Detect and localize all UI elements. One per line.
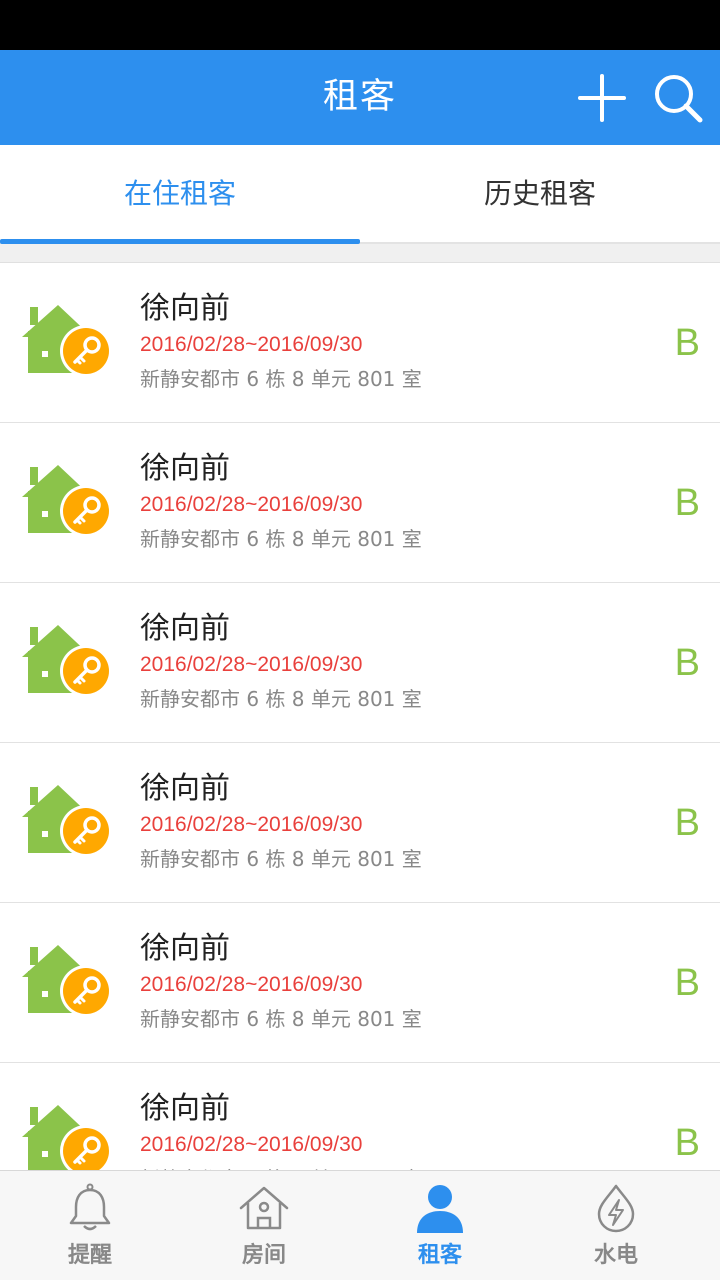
house-key-icon	[22, 465, 112, 537]
tab-history-tenants[interactable]: 历史租客	[360, 145, 720, 242]
lease-dates: 2016/02/28~2016/09/30	[140, 333, 363, 356]
plus-icon[interactable]	[576, 72, 628, 124]
tenant-name: 徐向前	[140, 931, 230, 966]
search-icon[interactable]	[652, 72, 704, 124]
tenant-address: 新静安都市 6 栋 8 单元 801 室	[140, 527, 422, 551]
app-header: 租客	[0, 50, 720, 145]
lease-dates: 2016/02/28~2016/09/30	[140, 813, 363, 836]
tenant-tag: B	[674, 1122, 700, 1164]
house-key-icon	[22, 1105, 112, 1170]
tenant-row[interactable]: 徐向前 2016/02/28~2016/09/30 新静安都市 6 栋 8 单元…	[0, 903, 720, 1063]
tab-bar: 在住租客 历史租客	[0, 145, 720, 244]
tenant-address: 新静安都市 6 栋 8 单元 801 室	[140, 367, 422, 391]
tenant-name: 徐向前	[140, 771, 230, 806]
nav-label: 房间	[241, 1243, 286, 1268]
nav-item-reminder[interactable]: 提醒	[0, 1171, 180, 1280]
tenant-row[interactable]: 徐向前 2016/02/28~2016/09/30 新静安都市 6 栋 8 单元…	[0, 743, 720, 903]
tenant-name: 徐向前	[140, 451, 230, 486]
lease-dates: 2016/02/28~2016/09/30	[140, 1133, 363, 1156]
tenant-tag: B	[674, 802, 700, 844]
nav-label: 提醒	[67, 1243, 112, 1268]
tenant-address: 新静安都市 6 栋 8 单元 801 室	[140, 847, 422, 871]
app-root: 租客 在住租客 历史租客 徐向前 2016/02/28~2016/09/30 新…	[0, 0, 720, 1280]
tenant-list[interactable]: 徐向前 2016/02/28~2016/09/30 新静安都市 6 栋 8 单元…	[0, 262, 720, 1170]
bell-icon	[69, 1183, 111, 1231]
house-key-icon	[22, 625, 112, 697]
tenant-row[interactable]: 徐向前 2016/02/28~2016/09/30 新静安都市 6 栋 8 单元…	[0, 1063, 720, 1170]
nav-item-tenants[interactable]: 租客	[350, 1171, 530, 1280]
status-bar	[0, 0, 720, 50]
nav-item-rooms[interactable]: 房间	[174, 1171, 354, 1280]
person-icon	[417, 1185, 463, 1233]
tenant-tag: B	[674, 322, 700, 364]
house-key-icon	[22, 945, 112, 1017]
bottom-nav: 提醒 房间 租客 水电	[0, 1170, 720, 1280]
active-tab-indicator	[0, 239, 360, 244]
house-key-icon	[22, 305, 112, 377]
tenant-tag: B	[674, 482, 700, 524]
lightning-drop-icon	[597, 1184, 635, 1233]
tenant-name: 徐向前	[140, 1091, 230, 1126]
tenant-tag: B	[674, 962, 700, 1004]
tenant-address: 新静安都市 6 栋 8 单元 801 室	[140, 1007, 422, 1031]
lease-dates: 2016/02/28~2016/09/30	[140, 653, 363, 676]
nav-item-utilities[interactable]: 水电	[526, 1171, 706, 1280]
tenant-address: 新静安都市 6 栋 8 单元 801 室	[140, 687, 422, 711]
nav-label: 租客	[417, 1243, 462, 1268]
tenant-name: 徐向前	[140, 291, 230, 326]
tenant-row[interactable]: 徐向前 2016/02/28~2016/09/30 新静安都市 6 栋 8 单元…	[0, 263, 720, 423]
tenant-row[interactable]: 徐向前 2016/02/28~2016/09/30 新静安都市 6 栋 8 单元…	[0, 583, 720, 743]
tenant-name: 徐向前	[140, 611, 230, 646]
tab-current-tenants[interactable]: 在住租客	[0, 145, 360, 242]
tenant-row[interactable]: 徐向前 2016/02/28~2016/09/30 新静安都市 6 栋 8 单元…	[0, 423, 720, 583]
tenant-tag: B	[674, 642, 700, 684]
lease-dates: 2016/02/28~2016/09/30	[140, 493, 363, 516]
house-key-icon	[22, 785, 112, 857]
house-icon	[239, 1186, 289, 1230]
lease-dates: 2016/02/28~2016/09/30	[140, 973, 363, 996]
nav-label: 水电	[593, 1243, 638, 1268]
